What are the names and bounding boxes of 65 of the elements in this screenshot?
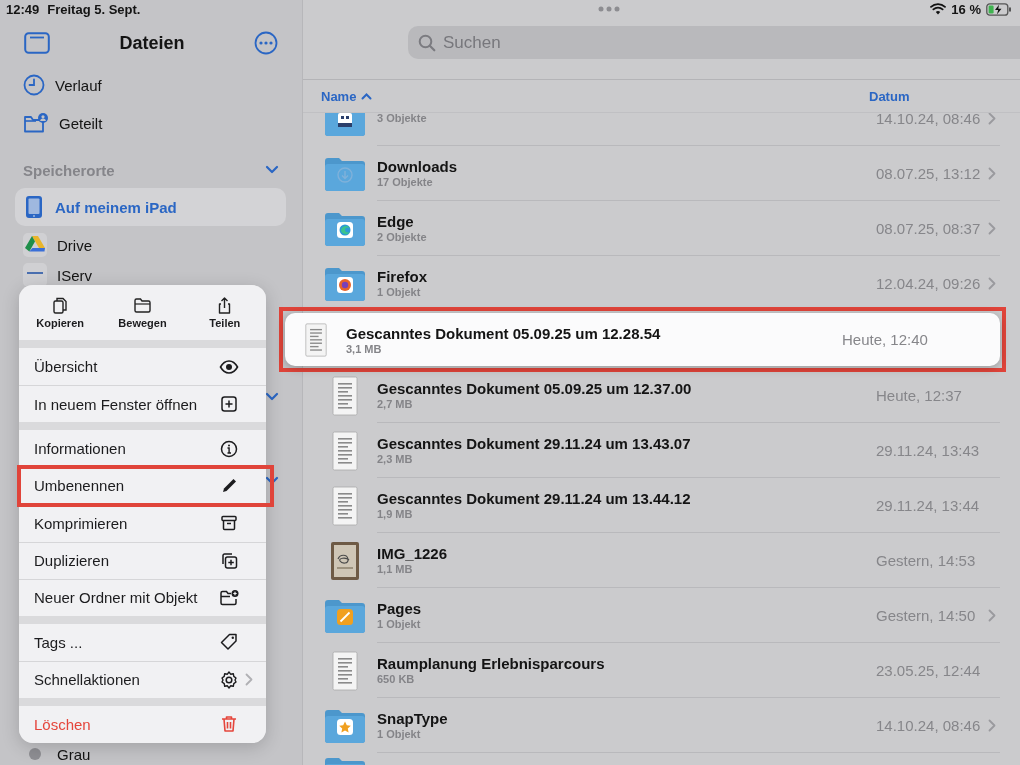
file-date: 14.10.24, 08:46	[876, 716, 982, 734]
file-name: Firefox	[377, 268, 428, 285]
file-date: 14.10.24, 08:46	[876, 113, 982, 127]
file-name: Edge	[377, 213, 415, 230]
file-row[interactable]: IMG_1226 1,1 MB Gestern, 14:53	[303, 533, 1020, 588]
file-row[interactable]: Firefox 1 Objekt 12.04.24, 09:26	[303, 256, 1020, 311]
menu-item[interactable]: Duplizieren	[19, 541, 266, 579]
battery-percent: 16 %	[951, 1, 981, 17]
file-name: IMG_1226	[377, 545, 449, 562]
file-size-text: 1,1 MB	[377, 563, 414, 575]
file-date: 08.07.25, 13:12	[876, 164, 982, 182]
file-size-text: 2,3 MB	[377, 453, 414, 465]
menu-item[interactable]: Informationen	[19, 430, 266, 467]
file-date: Heute, 12:40	[842, 331, 929, 348]
file-row[interactable]: Gescanntes Dokument 05.09.25 um 12.37.00 2,7 MB Heute, 12:37	[303, 368, 1020, 423]
file-size-text: 650 KB	[377, 673, 416, 685]
file-name: Gescanntes Dokument 29.11.24 um 13.44.12	[377, 490, 692, 507]
section-header: Speicherorte	[23, 161, 115, 179]
clock-time: 12:49	[6, 1, 40, 17]
menu-item[interactable]: Umbenennen	[17, 465, 274, 507]
file-date: Gestern, 14:53	[876, 551, 977, 569]
file-date: 12.04.24, 09:26	[876, 274, 982, 292]
file-row[interactable]: Gescanntes Dokument 29.11.24 um 13.43.07 2,3 MB 29.11.24, 13:43	[303, 423, 1020, 478]
file-date: 08.07.25, 08:37	[876, 219, 982, 237]
sidebar-item[interactable]: Geteilt	[15, 104, 286, 142]
file-row[interactable]: SnapType 1 Objekt 14.10.24, 08:46	[303, 698, 1020, 753]
file-size-text: 17 Objekte	[377, 176, 434, 188]
file-row[interactable]: Edge 2 Objekte 08.07.25, 08:37	[303, 201, 1020, 256]
file-size-text: 2,7 MB	[377, 398, 414, 410]
menu-item[interactable]: Neuer Ordner mit Objekt	[19, 578, 266, 616]
file-name: Raumplanung Erlebnisparcours	[377, 655, 606, 672]
file-name: Gescanntes Dokument 29.11.24 um 13.43.07	[377, 435, 692, 452]
menu-item[interactable]: Tags ...	[19, 623, 266, 661]
file-size-text: 1 Objekt	[377, 286, 422, 298]
menu-item[interactable]: Löschen	[19, 705, 266, 743]
file-size-text: 3 Objekte	[377, 113, 428, 124]
menu-item[interactable]: In neuem Fenster öffnen	[19, 385, 266, 422]
file-date: 29.11.24, 13:44	[876, 496, 981, 514]
file-date: Gestern, 14:50	[876, 606, 977, 624]
file-date: 23.05.25, 12:44	[876, 661, 982, 679]
file-date: Heute, 12:37	[876, 386, 963, 404]
file-size-text: 1 Objekt	[377, 618, 422, 630]
file-row[interactable]: Downloads 17 Objekte 08.07.25, 13:12	[303, 146, 1020, 201]
search-field[interactable]: Suchen	[408, 26, 1020, 59]
file-row[interactable]: Pages 1 Objekt Gestern, 14:50	[303, 588, 1020, 643]
file-name: Pages	[377, 600, 423, 617]
file-row[interactable]: Gescanntes Dokument 29.11.24 um 13.44.12 1,9 MB 29.11.24, 13:44	[303, 478, 1020, 533]
file-card[interactable]: Gescanntes Dokument 05.09.25 um 12.28.54 3,1 MB Heute, 12:40	[285, 313, 1000, 366]
sidebar-item[interactable]: Verlauf	[15, 66, 286, 104]
file-name: Gescanntes Dokument 05.09.25 um 12.28.54	[346, 324, 662, 342]
menu-item[interactable]: Schnellaktionen	[19, 660, 266, 698]
file-size-text: 3,1 MB	[346, 342, 383, 355]
menu-item[interactable]: Übersicht	[19, 348, 266, 385]
file-name: Gescanntes Dokument 05.09.25 um 12.37.00	[377, 380, 693, 397]
file-name: SnapType	[377, 710, 449, 727]
menu-item[interactable]: Komprimieren	[19, 504, 266, 542]
file-size-text: 1,9 MB	[377, 508, 414, 520]
file-date: 29.11.24, 13:43	[876, 441, 981, 459]
sidebar-title: Dateien	[119, 32, 185, 54]
file-size-text: 1 Objekt	[377, 728, 422, 740]
file-size-text: 2 Objekte	[377, 231, 428, 243]
date-text: Freitag 5. Sept.	[47, 1, 141, 17]
sidebar-item[interactable]: Auf meinem iPad	[15, 188, 286, 226]
file-name: Downloads	[377, 158, 458, 175]
file-row[interactable]: Raumplanung Erlebnisparcours 650 KB 23.05.25, 12:44	[303, 643, 1020, 698]
